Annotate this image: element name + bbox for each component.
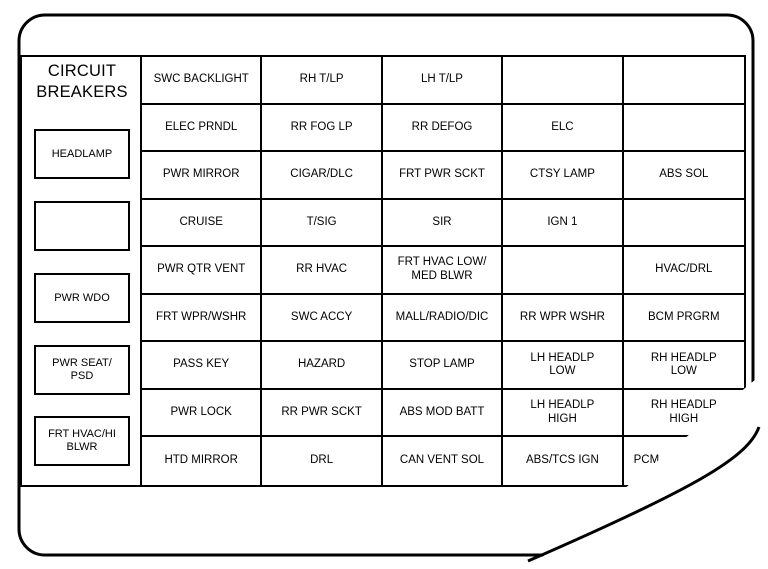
- fuse-label: RR DEFOG: [411, 120, 473, 133]
- fuse-cell[interactable]: LH T/LP: [382, 57, 504, 105]
- fuse-cell[interactable]: DRL: [262, 437, 383, 485]
- circuit-breaker-frt-hvac-hi-blwr[interactable]: FRT HVAC/HI BLWR: [34, 416, 130, 466]
- fuse-cell[interactable]: [503, 57, 624, 105]
- circuit-breakers-column: CIRCUIT BREAKERS HEADLAMP PWR WDO PWR SE…: [22, 57, 142, 485]
- fuse-label: ELC: [551, 120, 574, 133]
- fuse-cell[interactable]: SWC BACKLIGHT: [142, 57, 263, 105]
- circuit-breaker-label: PWR WDO: [54, 291, 110, 304]
- fuse-cell[interactable]: CIGAR/DLC: [262, 152, 383, 200]
- fuse-label: ELEC PRNDL: [165, 120, 238, 133]
- circuit-breaker-label: FRT HVAC/HI BLWR: [48, 428, 116, 453]
- fuse-label: BCM PRGRM: [648, 310, 720, 323]
- fuse-label: CRUISE: [179, 215, 223, 228]
- fuse-label: FRT WPR/WSHR: [156, 310, 247, 323]
- fuse-label: ABS SOL: [659, 168, 709, 181]
- fuse-label: PWR MIRROR: [162, 168, 240, 181]
- fuse-cell[interactable]: SWC ACCY: [262, 294, 383, 343]
- fuse-cell[interactable]: ELC: [503, 104, 624, 153]
- fuse-cell[interactable]: BCM PRGRM: [623, 295, 744, 343]
- fuse-cell[interactable]: PWR LOCK: [142, 389, 263, 438]
- fuse-label: HAZARD: [297, 358, 346, 371]
- fuse-cell[interactable]: ABS SOL: [623, 152, 744, 200]
- fuse-cell[interactable]: CRUISE: [142, 199, 263, 248]
- fuse-label: T/SIG: [306, 215, 337, 228]
- fuse-label: LH T/LP: [421, 73, 463, 86]
- fuse-label: FRT HVAC LOW/ MED BLWR: [397, 256, 487, 282]
- circuit-breaker-label: PWR SEAT/ PSD: [52, 357, 112, 382]
- fuse-label: RR FOG LP: [290, 120, 353, 133]
- fuse-cell[interactable]: RR HVAC: [262, 247, 383, 295]
- corner-cut: [527, 369, 768, 569]
- fuse-label: HTD MIRROR: [164, 454, 238, 467]
- fuse-cell[interactable]: FRT WPR/WSHR: [142, 294, 263, 343]
- fuse-label: RR PWR SCKT: [281, 405, 362, 418]
- circuit-breakers-heading: CIRCUIT BREAKERS: [36, 62, 128, 101]
- fuse-cell[interactable]: [623, 57, 744, 105]
- fuse-cell[interactable]: PASS KEY: [142, 342, 263, 390]
- fuse-cell[interactable]: RR WPR WSHR: [503, 294, 624, 343]
- fuse-cell[interactable]: ELEC PRNDL: [142, 104, 263, 153]
- fuse-label: IGN 1: [547, 215, 578, 228]
- fuse-cell[interactable]: PWR MIRROR: [142, 152, 263, 200]
- fuse-label: PASS KEY: [173, 358, 230, 371]
- fuse-cell[interactable]: MALL/RADIO/DIC: [382, 294, 504, 343]
- fuse-label: SWC ACCY: [290, 310, 353, 323]
- fuse-cell[interactable]: [623, 200, 744, 248]
- circuit-breaker-label: HEADLAMP: [51, 147, 113, 160]
- fuse-cell[interactable]: RR FOG LP: [262, 104, 383, 153]
- fuse-cell[interactable]: HAZARD: [262, 342, 383, 390]
- fuse-label: RR HVAC: [296, 263, 348, 276]
- fuse-cell[interactable]: HTD MIRROR: [142, 437, 263, 485]
- fuse-cell[interactable]: FRT HVAC LOW/ MED BLWR: [382, 247, 504, 295]
- circuit-breaker-pwr-seat-psd[interactable]: PWR SEAT/ PSD: [34, 345, 130, 395]
- fuse-cell[interactable]: HVAC/DRL: [623, 247, 744, 295]
- fuse-label: PWR QTR VENT: [157, 263, 246, 276]
- fuse-label: STOP LAMP: [409, 358, 475, 371]
- fuse-label: CIGAR/DLC: [290, 168, 353, 181]
- circuit-breaker-empty[interactable]: [34, 201, 130, 251]
- fuse-cell[interactable]: CTSY LAMP: [503, 152, 624, 200]
- fuse-box-diagram: CIRCUIT BREAKERS HEADLAMP PWR WDO PWR SE…: [0, 0, 768, 569]
- fuse-cell[interactable]: T/SIG: [262, 199, 383, 248]
- fuse-cell[interactable]: IGN 1: [503, 199, 624, 248]
- fuse-cell[interactable]: RR PWR SCKT: [262, 389, 383, 438]
- fuse-label: RH T/LP: [299, 73, 344, 86]
- fuse-cell[interactable]: [623, 105, 744, 153]
- fuse-label: DRL: [310, 454, 334, 467]
- fuse-cell[interactable]: SIR: [382, 199, 504, 248]
- fuse-label: RR WPR WSHR: [519, 310, 605, 323]
- fuse-cell[interactable]: PWR QTR VENT: [142, 247, 263, 295]
- circuit-breaker-pwr-wdo[interactable]: PWR WDO: [34, 273, 130, 323]
- fuse-label: SWC BACKLIGHT: [153, 73, 249, 86]
- circuit-breaker-headlamp[interactable]: HEADLAMP: [34, 129, 130, 179]
- fuse-label: PWR LOCK: [170, 405, 232, 418]
- fuse-cell[interactable]: RR DEFOG: [382, 104, 504, 153]
- fuse-cell[interactable]: RH T/LP: [262, 57, 383, 105]
- fuse-label: HVAC/DRL: [655, 263, 713, 276]
- fuse-label: FRT PWR SCKT: [399, 168, 485, 181]
- fuse-label: SIR: [432, 215, 452, 228]
- fuse-cell[interactable]: FRT PWR SCKT: [382, 152, 504, 200]
- fuse-label: MALL/RADIO/DIC: [395, 310, 489, 323]
- fuse-label: CTSY LAMP: [529, 168, 595, 181]
- fuse-cell[interactable]: [503, 247, 624, 295]
